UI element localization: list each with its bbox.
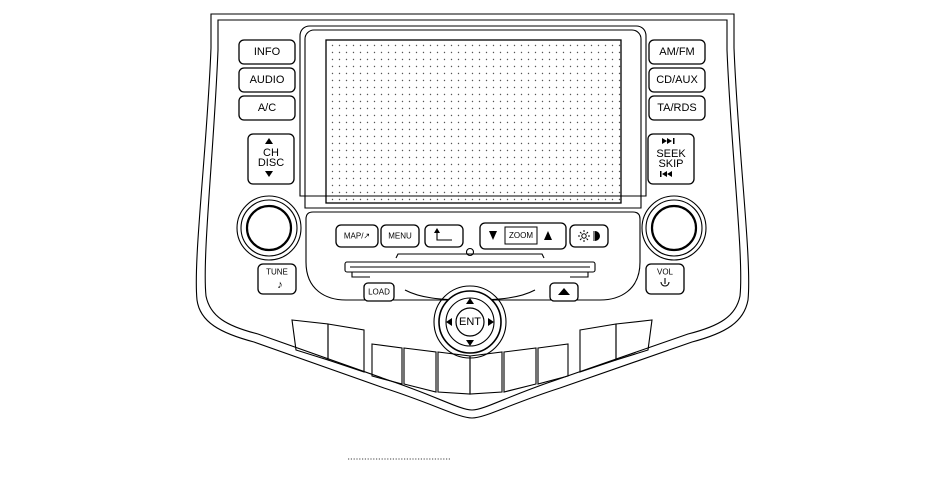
volume-knob[interactable] bbox=[641, 195, 707, 261]
audio-nav-panel-diagram: INFO AUDIO A/C AM/FM CD/AUX TA/RDS CH DI… bbox=[0, 0, 950, 479]
back-button[interactable] bbox=[424, 224, 464, 248]
info-button-label: INFO bbox=[254, 46, 281, 58]
skip-label: SKIP bbox=[658, 158, 683, 170]
audio-button-label: AUDIO bbox=[250, 74, 285, 86]
ac-button-label: A/C bbox=[258, 102, 276, 114]
joystick[interactable]: ENT bbox=[433, 285, 507, 359]
lower-key[interactable] bbox=[506, 354, 534, 386]
cd-aux-button[interactable]: CD/AUX bbox=[648, 67, 706, 93]
eject-button[interactable] bbox=[549, 282, 579, 302]
load-button[interactable]: LOAD bbox=[363, 282, 395, 302]
ta-rds-button[interactable]: TA/RDS bbox=[648, 95, 706, 121]
tune-button[interactable]: TUNE ♪ bbox=[257, 263, 297, 295]
menu-button[interactable]: MENU bbox=[380, 224, 420, 248]
map-button[interactable]: MAP/↗ bbox=[335, 224, 379, 248]
lower-key[interactable] bbox=[472, 358, 500, 390]
lower-key[interactable] bbox=[296, 325, 326, 355]
am-fm-button[interactable]: AM/FM bbox=[648, 39, 706, 65]
disc-label: DISC bbox=[258, 157, 284, 169]
map-button-label: MAP/↗ bbox=[344, 232, 370, 241]
ta-rds-button-label: TA/RDS bbox=[657, 102, 697, 114]
audio-button[interactable]: AUDIO bbox=[238, 67, 296, 93]
tune-label: TUNE bbox=[266, 268, 288, 277]
lower-key[interactable] bbox=[374, 350, 400, 380]
disc-slot bbox=[344, 247, 596, 278]
lower-key[interactable] bbox=[582, 332, 614, 368]
am-fm-button-label: AM/FM bbox=[659, 46, 694, 58]
seek-skip-button[interactable]: SEEK SKIP bbox=[647, 133, 695, 185]
zoom-label: ZOOM bbox=[509, 231, 533, 240]
lower-key[interactable] bbox=[618, 325, 646, 355]
tune-knob[interactable] bbox=[236, 195, 302, 261]
vol-label: VOL bbox=[657, 268, 674, 277]
lower-key[interactable] bbox=[406, 354, 434, 386]
load-button-label: LOAD bbox=[368, 288, 390, 297]
lower-key[interactable] bbox=[540, 350, 566, 380]
music-note-icon: ♪ bbox=[277, 279, 283, 291]
info-button[interactable]: INFO bbox=[238, 39, 296, 65]
vol-button[interactable]: VOL bbox=[645, 263, 685, 295]
zoom-control[interactable]: ZOOM bbox=[479, 222, 567, 250]
day-night-button[interactable] bbox=[569, 224, 609, 248]
lower-key[interactable] bbox=[330, 332, 362, 368]
menu-button-label: MENU bbox=[388, 232, 412, 241]
ac-button[interactable]: A/C bbox=[238, 95, 296, 121]
ch-disc-button[interactable]: CH DISC bbox=[247, 133, 295, 185]
lower-key[interactable] bbox=[440, 358, 468, 390]
display-screen bbox=[325, 39, 622, 204]
ent-button-label: ENT bbox=[459, 316, 481, 328]
cd-aux-button-label: CD/AUX bbox=[656, 74, 698, 86]
